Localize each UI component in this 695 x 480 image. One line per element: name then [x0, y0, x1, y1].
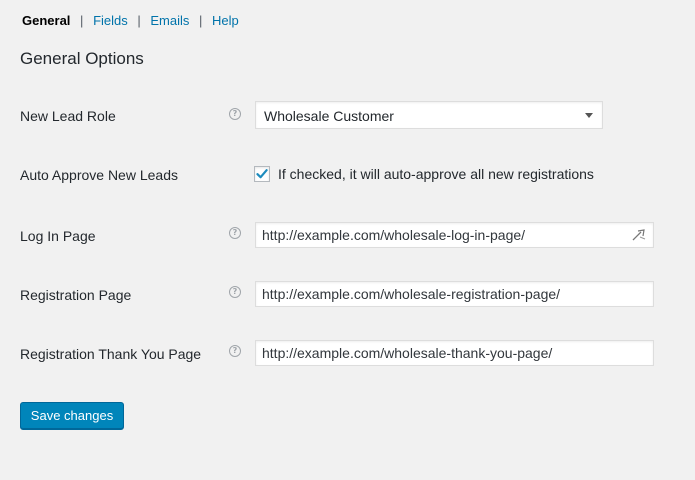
thank-you-page-value: http://example.com/wholesale-thank-you-p… [262, 345, 553, 361]
log-in-page-value: http://example.com/wholesale-log-in-page… [262, 227, 526, 243]
subnav-item-help[interactable]: Help [212, 13, 239, 28]
auto-approve-checkbox[interactable] [254, 166, 270, 182]
registration-page-value: http://example.com/wholesale-registratio… [262, 286, 561, 302]
thank-you-page-input[interactable]: http://example.com/wholesale-thank-you-p… [255, 340, 654, 366]
new-lead-role-selected-value: Wholesale Customer [264, 108, 394, 124]
new-lead-role-select[interactable]: Wholesale Customer [255, 101, 603, 129]
thank-you-page-label: Registration Thank You Page [20, 346, 202, 362]
subnav-item-general[interactable]: General [22, 13, 70, 28]
subnav-item-fields[interactable]: Fields [93, 13, 128, 28]
save-changes-button[interactable]: Save changes [20, 402, 124, 430]
auto-approve-description: If checked, it will auto-approve all new… [278, 166, 594, 182]
help-icon[interactable]: ? [229, 227, 241, 239]
chevron-down-icon [585, 113, 593, 118]
help-icon[interactable]: ? [229, 108, 241, 120]
settings-subnav: General | Fields | Emails | Help [22, 13, 239, 29]
log-in-page-label: Log In Page [20, 228, 96, 244]
subnav-separator: | [199, 13, 203, 28]
auto-approve-label: Auto Approve New Leads [20, 167, 178, 183]
log-in-page-input[interactable]: http://example.com/wholesale-log-in-page… [255, 222, 654, 248]
subnav-separator: | [137, 13, 141, 28]
help-icon[interactable]: ? [229, 286, 241, 298]
subnav-separator: | [80, 13, 84, 28]
checkmark-icon [256, 169, 268, 179]
new-lead-role-label: New Lead Role [20, 108, 116, 124]
help-icon[interactable]: ? [229, 345, 241, 357]
registration-page-label: Registration Page [20, 287, 132, 303]
link-icon[interactable] [631, 228, 647, 242]
subnav-item-emails[interactable]: Emails [150, 13, 189, 28]
section-title: General Options [20, 49, 144, 68]
registration-page-input[interactable]: http://example.com/wholesale-registratio… [255, 281, 654, 307]
